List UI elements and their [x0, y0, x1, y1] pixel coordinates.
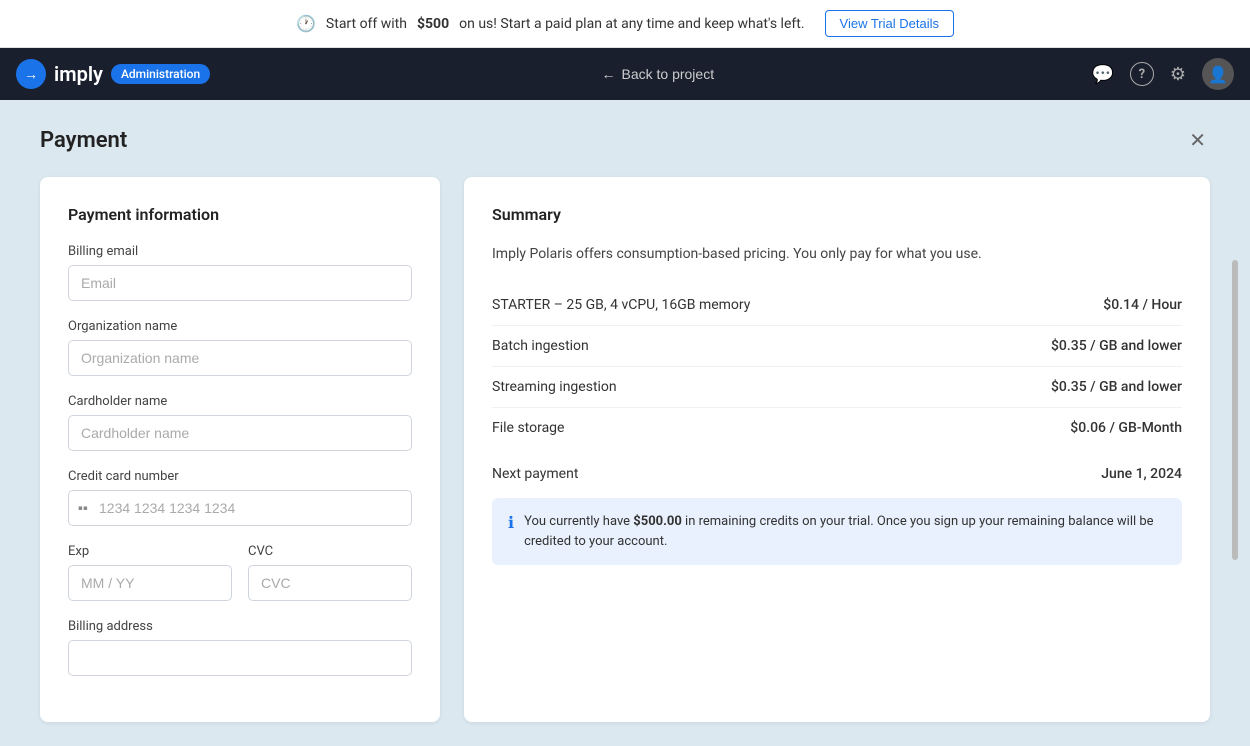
exp-group: Exp — [68, 544, 232, 601]
banner-text-pre: Start off with — [326, 16, 407, 32]
payment-form-title: Payment information — [68, 205, 412, 224]
admin-badge: Administration — [111, 64, 210, 84]
banner-text-post: on us! Start a paid plan at any time and… — [459, 16, 804, 32]
main-content: Payment ✕ Payment information Billing em… — [0, 100, 1250, 746]
price-label-starter: STARTER – 25 GB, 4 vCPU, 16GB memory — [492, 297, 750, 313]
view-trial-details-button[interactable]: View Trial Details — [825, 10, 954, 37]
cc-number-input[interactable] — [68, 490, 412, 526]
price-value-streaming: $0.35 / GB and lower — [1051, 379, 1182, 395]
back-label: Back to project — [621, 66, 714, 82]
price-label-batch: Batch ingestion — [492, 338, 589, 354]
cardholder-name-label: Cardholder name — [68, 394, 412, 409]
logo-text: imply — [54, 62, 103, 86]
trial-banner: 🕐 Start off with $500 on us! Start a pai… — [0, 0, 1250, 48]
clock-icon: 🕐 — [296, 14, 316, 33]
info-icon: ℹ — [508, 513, 514, 532]
credits-info-box: ℹ You currently have $500.00 in remainin… — [492, 498, 1182, 565]
credit-card-icon: ▪▪ — [78, 500, 88, 517]
price-row-batch: Batch ingestion $0.35 / GB and lower — [492, 326, 1182, 367]
scrollbar[interactable] — [1232, 260, 1238, 560]
org-name-input[interactable] — [68, 340, 412, 376]
page-header: Payment ✕ — [40, 124, 1210, 157]
credits-info-text: You currently have $500.00 in remaining … — [524, 512, 1166, 551]
back-arrow-icon: ← — [601, 66, 615, 82]
price-rows: STARTER – 25 GB, 4 vCPU, 16GB memory $0.… — [492, 285, 1182, 448]
logo-arrow-icon: → — [16, 59, 46, 89]
cc-input-wrap: ▪▪ — [68, 490, 412, 526]
price-label-streaming: Streaming ingestion — [492, 379, 617, 395]
user-icon: 👤 — [1208, 65, 1228, 84]
payment-form-card: Payment information Billing email Organi… — [40, 177, 440, 722]
billing-email-group: Billing email — [68, 244, 412, 301]
two-col-layout: Payment information Billing email Organi… — [40, 177, 1210, 722]
price-value-starter: $0.14 / Hour — [1103, 297, 1182, 313]
summary-description: Imply Polaris offers consumption-based p… — [492, 244, 1182, 265]
user-avatar[interactable]: 👤 — [1202, 58, 1234, 90]
nav-right: 💬 ? ⚙ 👤 — [1091, 58, 1234, 90]
billing-email-input[interactable] — [68, 265, 412, 301]
nav-center: ← Back to project — [224, 66, 1091, 82]
cardholder-name-group: Cardholder name — [68, 394, 412, 451]
price-value-storage: $0.06 / GB-Month — [1070, 420, 1182, 436]
cvc-group: CVC — [248, 544, 412, 601]
next-payment-value: June 1, 2024 — [1101, 466, 1182, 482]
org-name-group: Organization name — [68, 319, 412, 376]
banner-amount: $500 — [417, 16, 449, 32]
billing-address-group: Billing address — [68, 619, 412, 676]
price-label-storage: File storage — [492, 420, 564, 436]
navbar: → imply Administration ← Back to project… — [0, 48, 1250, 100]
chat-icon[interactable]: 💬 — [1091, 64, 1113, 85]
cc-number-label: Credit card number — [68, 469, 412, 484]
org-name-label: Organization name — [68, 319, 412, 334]
summary-title: Summary — [492, 205, 1182, 224]
settings-icon[interactable]: ⚙ — [1170, 64, 1186, 85]
price-row-starter: STARTER – 25 GB, 4 vCPU, 16GB memory $0.… — [492, 285, 1182, 326]
price-row-streaming: Streaming ingestion $0.35 / GB and lower — [492, 367, 1182, 408]
billing-address-input[interactable] — [68, 640, 412, 676]
help-icon[interactable]: ? — [1130, 62, 1154, 86]
exp-label: Exp — [68, 544, 232, 559]
cc-number-group: Credit card number ▪▪ — [68, 469, 412, 526]
billing-email-label: Billing email — [68, 244, 412, 259]
cardholder-name-input[interactable] — [68, 415, 412, 451]
page-title: Payment — [40, 128, 127, 153]
summary-card: Summary Imply Polaris offers consumption… — [464, 177, 1210, 722]
logo: → imply Administration — [16, 59, 210, 89]
cvc-label: CVC — [248, 544, 412, 559]
price-row-storage: File storage $0.06 / GB-Month — [492, 408, 1182, 448]
next-payment-row: Next payment June 1, 2024 — [492, 452, 1182, 482]
close-button[interactable]: ✕ — [1185, 124, 1210, 157]
billing-address-label: Billing address — [68, 619, 412, 634]
back-to-project-button[interactable]: ← Back to project — [601, 66, 714, 82]
price-value-batch: $0.35 / GB and lower — [1051, 338, 1182, 354]
next-payment-label: Next payment — [492, 466, 578, 482]
cvc-input[interactable] — [248, 565, 412, 601]
info-text-pre: You currently have — [524, 514, 633, 529]
exp-cvc-row: Exp CVC — [68, 544, 412, 619]
exp-input[interactable] — [68, 565, 232, 601]
info-bold-amount: $500.00 — [633, 514, 682, 529]
